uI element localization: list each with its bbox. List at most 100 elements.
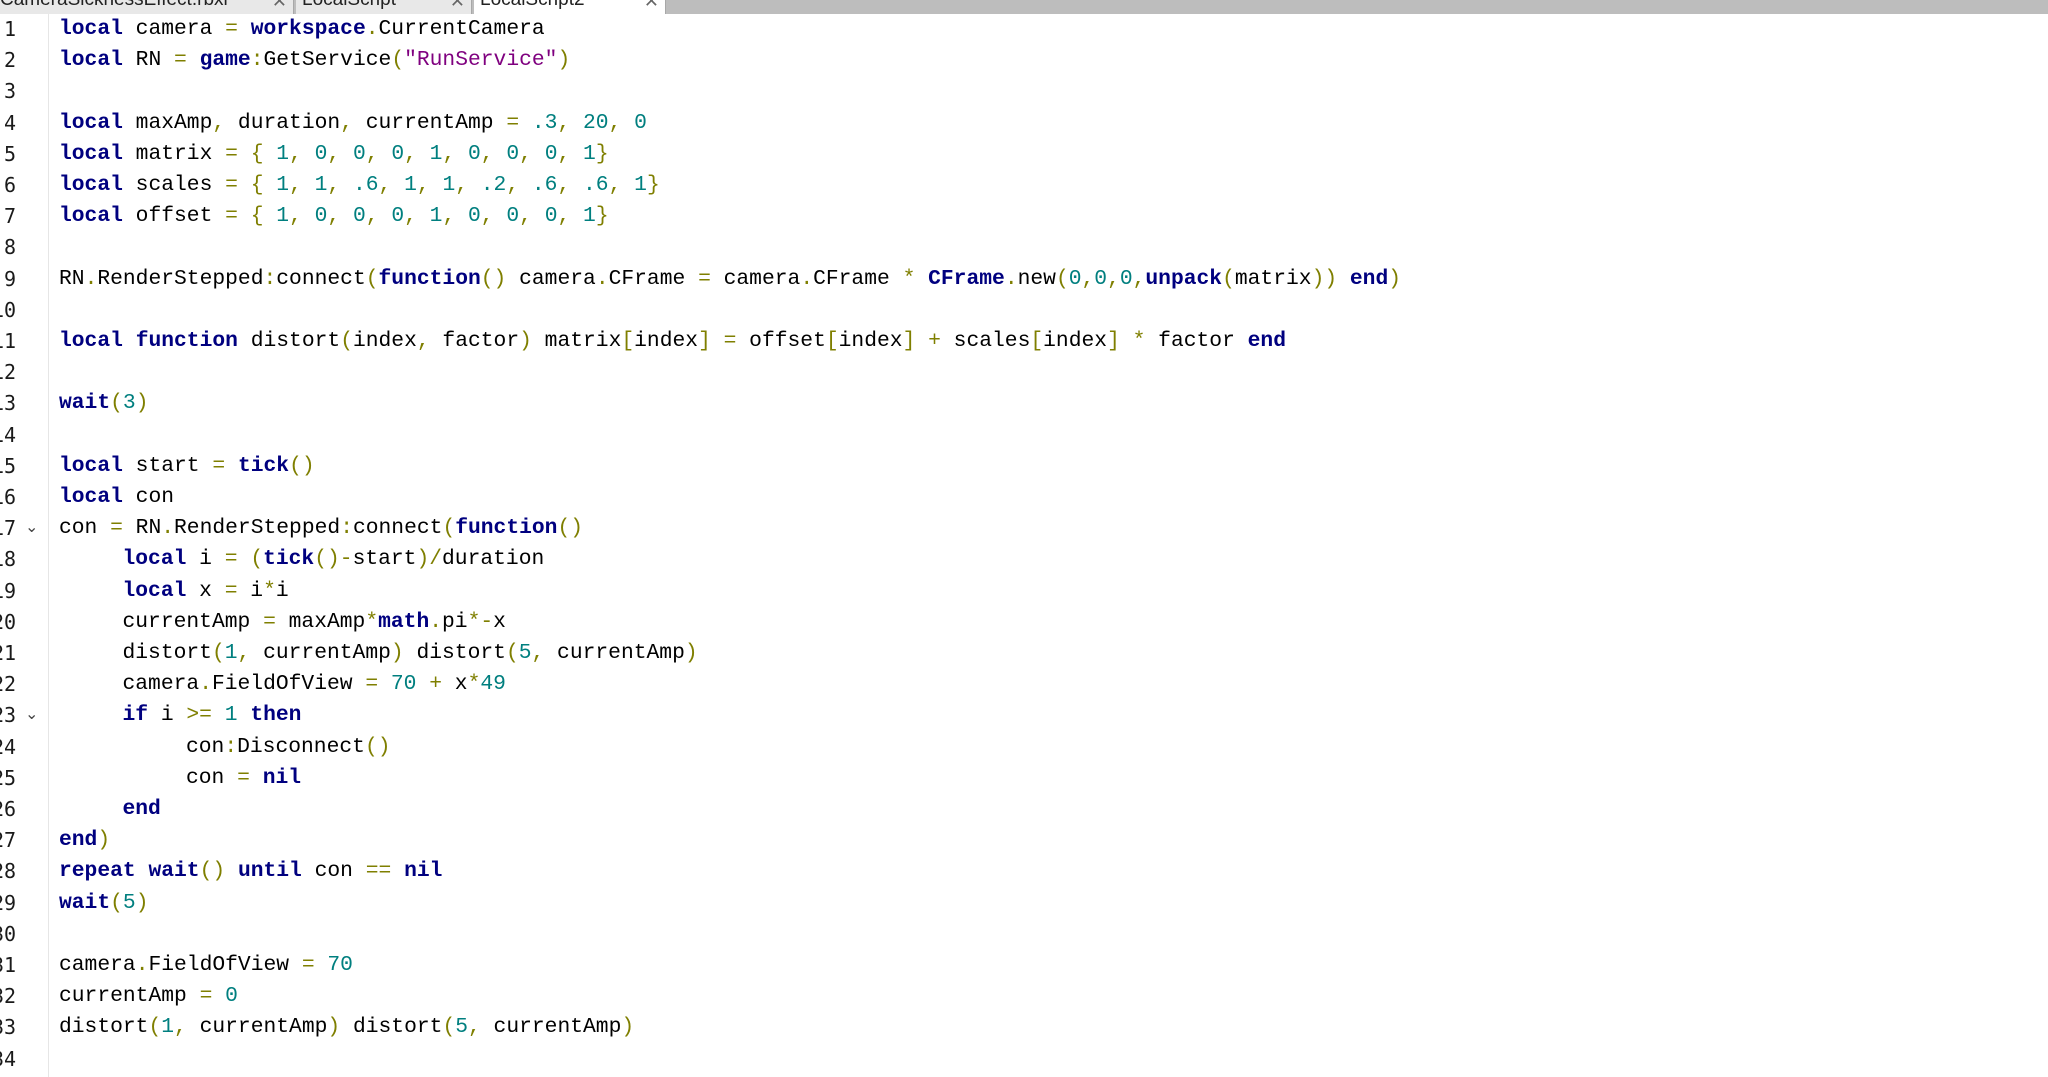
code-line[interactable]: 32 currentAmp = 0 xyxy=(0,981,2048,1012)
code-text: local function distort(index, factor) ma… xyxy=(59,326,1286,357)
code-token: . xyxy=(135,953,149,977)
code-line[interactable]: 17 ⌄ con = RN.RenderStepped:connect(functi… xyxy=(0,513,2048,544)
code-token: , xyxy=(557,173,571,197)
code-token: 0 xyxy=(1094,266,1108,291)
line-number: 28 xyxy=(0,859,17,884)
code-token: start xyxy=(352,547,417,572)
code-token: : xyxy=(250,48,264,73)
code-line[interactable]: 26 end xyxy=(0,794,2048,825)
code-line[interactable]: 6 local scales = { 1, 1, .6, 1, 1, .2, .6… xyxy=(0,170,2048,201)
code-line[interactable]: 30 xyxy=(0,919,2048,950)
code-line[interactable]: 31 camera.FieldOfView = 70 xyxy=(0,950,2048,981)
code-token: = xyxy=(224,547,238,572)
code-line[interactable]: 28 repeat wait() until con == nil xyxy=(0,856,2048,887)
code-token: 70 xyxy=(327,953,353,977)
code-token: currentAmp xyxy=(122,609,264,634)
code-line[interactable]: 2 local RN = game:GetService("RunService"… xyxy=(0,45,2048,76)
code-line[interactable]: 15 local start = tick() xyxy=(0,451,2048,482)
code-token: , xyxy=(557,110,571,135)
code-line[interactable]: 11 local function distort(index, factor) … xyxy=(0,326,2048,357)
code-line[interactable]: 25 con = nil xyxy=(0,763,2048,794)
code-token: = xyxy=(110,516,123,541)
fold-toggle-icon[interactable]: ⌄ xyxy=(25,513,38,541)
code-token: ) xyxy=(135,890,149,915)
tab-localscript2[interactable]: LocalScript2 ✕ xyxy=(474,0,666,14)
fold-toggle-icon[interactable]: ⌄ xyxy=(25,700,38,728)
code-token: )) xyxy=(1311,266,1338,291)
code-line[interactable]: 13 wait(3) xyxy=(0,388,2048,419)
code-line[interactable]: 33distort(1, currentAmp) distort(5, curr… xyxy=(0,1012,2048,1043)
close-icon[interactable]: ✕ xyxy=(644,0,659,14)
code-line[interactable]: 1 local camera = workspace.CurrentCamera xyxy=(0,14,2048,45)
code-line[interactable]: 19 local x = i*i xyxy=(0,576,2048,607)
code-token: , xyxy=(237,641,251,665)
code-token: x xyxy=(186,578,225,603)
code-token: 1 xyxy=(429,204,443,229)
code-line[interactable]: 34 xyxy=(0,1044,2048,1075)
code-line[interactable]: 3 xyxy=(0,76,2048,107)
code-text: currentAmp = 0 xyxy=(59,981,238,1012)
line-number: 13 xyxy=(0,391,17,416)
code-token: *- xyxy=(467,609,494,634)
code-line[interactable]: 8 xyxy=(0,232,2048,263)
line-number: 23 xyxy=(0,703,17,728)
code-line[interactable]: 14 xyxy=(0,420,2048,451)
code-token: local xyxy=(59,329,123,353)
code-line[interactable]: 29 wait(5) xyxy=(0,888,2048,919)
code-token: FieldOfView xyxy=(211,672,366,697)
code-token: )/ xyxy=(416,547,443,572)
code-line[interactable]: 24 con:Disconnect() xyxy=(0,732,2048,763)
line-number: 34 xyxy=(0,1046,17,1071)
code-token: math xyxy=(378,609,430,634)
code-token: : xyxy=(340,516,353,541)
close-icon[interactable]: ✕ xyxy=(272,0,287,14)
code-token: ) xyxy=(557,48,571,73)
line-number: 21 xyxy=(0,641,17,665)
code-token: , xyxy=(442,204,456,229)
code-token: 0 xyxy=(314,204,328,229)
line-number: 4 xyxy=(3,110,16,135)
code-token: ( xyxy=(365,266,379,291)
code-line[interactable]: 27 end) xyxy=(0,825,2048,856)
line-number: 15 xyxy=(0,453,17,478)
script-editor[interactable]: 1 local camera = workspace.CurrentCamera 2… xyxy=(0,14,2048,1077)
tab-place-file[interactable]: CameraSicknessEffect.rbxl ✕ xyxy=(0,0,294,14)
code-token: 5 xyxy=(122,890,136,915)
code-token: .3 xyxy=(531,110,558,135)
tab-localscript[interactable]: LocalScript ✕ xyxy=(296,0,472,14)
code-token: distort xyxy=(122,641,212,665)
code-token: Disconnect xyxy=(237,734,365,759)
code-token: x xyxy=(493,609,506,634)
code-line[interactable]: 9 RN.RenderStepped:connect(function() cam… xyxy=(0,264,2048,295)
line-number: 33 xyxy=(0,1015,17,1040)
code-token: local xyxy=(59,48,123,73)
code-line[interactable]: 4 local maxAmp, duration, currentAmp = .3… xyxy=(0,108,2048,139)
code-text: local offset = { 1, 0, 0, 0, 1, 0, 0, 0,… xyxy=(59,201,609,232)
code-line[interactable]: 18 local i = (tick()-start)/duration xyxy=(0,544,2048,575)
code-line[interactable]: 7 local offset = { 1, 0, 0, 0, 1, 0, 0, 0… xyxy=(0,201,2048,232)
code-text: local x = i*i xyxy=(123,576,289,607)
code-line[interactable]: 22 camera.FieldOfView = 70 + x*49 xyxy=(0,669,2048,700)
code-line[interactable]: 5 local matrix = { 1, 0, 0, 0, 1, 0, 0, 0… xyxy=(0,139,2048,170)
line-number: 14 xyxy=(0,422,17,447)
code-line[interactable]: 10 xyxy=(0,295,2048,326)
code-token: local xyxy=(59,173,123,197)
code-line[interactable]: 20 currentAmp = maxAmp*math.pi*-x xyxy=(0,607,2048,638)
code-token: () xyxy=(480,266,507,291)
code-line[interactable]: 23 ⌄ if i >= 1 then xyxy=(0,700,2048,731)
code-token: camera xyxy=(710,266,801,291)
code-line[interactable]: 12 xyxy=(0,357,2048,388)
code-token: 5 xyxy=(518,641,532,665)
close-icon[interactable]: ✕ xyxy=(450,0,465,14)
code-line[interactable]: 21distort(1, currentAmp) distort(5, curr… xyxy=(0,638,2048,669)
code-line[interactable]: 16 local con xyxy=(0,482,2048,513)
code-token: CFrame xyxy=(608,266,699,291)
